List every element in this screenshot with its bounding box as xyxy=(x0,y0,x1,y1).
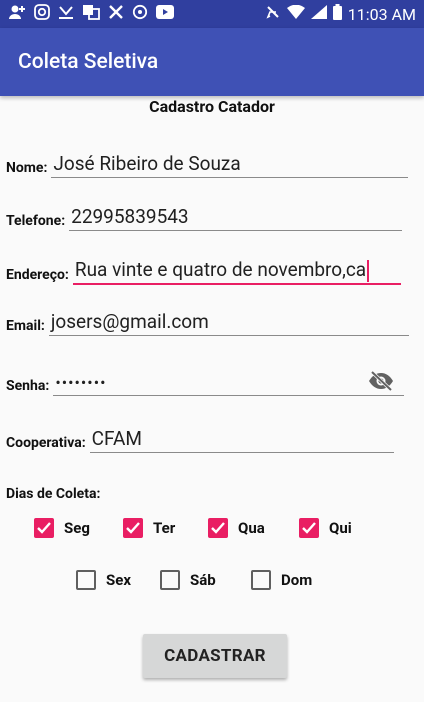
whatsapp-icon xyxy=(132,4,148,25)
email-input[interactable]: josers@gmail.com xyxy=(48,309,409,336)
checkbox-label: Seg xyxy=(64,519,90,537)
nome-input[interactable]: José Ribeiro de Souza xyxy=(51,151,409,178)
nome-label: Nome: xyxy=(6,160,48,176)
checkbox-unchecked-icon[interactable] xyxy=(251,570,271,590)
instagram-icon xyxy=(34,3,50,25)
checkbox-qua[interactable]: Qua xyxy=(208,518,265,538)
telefone-input[interactable]: 22995839543 xyxy=(69,204,403,231)
dias-de-coleta-label: Dias de Coleta: xyxy=(6,486,101,502)
checkbox-label: Qui xyxy=(329,519,352,537)
telefone-row: Telefone: 22995839543 xyxy=(6,204,403,231)
checkbox-label: Sex xyxy=(106,571,131,589)
account-add-icon xyxy=(8,4,26,25)
signal-icon xyxy=(310,5,327,23)
checkbox-checked-icon[interactable] xyxy=(299,518,319,538)
system-icons: 11:03 AM xyxy=(265,4,416,24)
download-icon xyxy=(58,4,74,25)
app-title: Coleta Seletiva xyxy=(18,50,159,74)
clock: 11:03 AM xyxy=(347,4,416,24)
cadastrar-button[interactable]: CADASTRAR xyxy=(143,634,287,678)
battery-icon xyxy=(332,4,342,24)
senha-value: •••••••• xyxy=(55,373,107,392)
text-cursor xyxy=(367,259,370,282)
eye-off-icon[interactable] xyxy=(368,371,394,391)
cooperativa-row: Cooperativa: CFAM xyxy=(6,426,394,453)
cooperativa-value: CFAM xyxy=(91,427,142,450)
telefone-value: 22995839543 xyxy=(71,205,189,228)
endereco-value: Rua vinte e quatro de novembro,ca xyxy=(74,258,367,281)
checkbox-label: Sáb xyxy=(190,571,216,589)
youtube-icon xyxy=(156,4,174,24)
checkbox-qui[interactable]: Qui xyxy=(299,518,352,538)
translate-icon xyxy=(82,4,100,25)
checkbox-label: Qua xyxy=(238,519,265,537)
email-value: josers@gmail.com xyxy=(50,310,209,333)
tools-icon xyxy=(108,4,124,25)
cooperativa-label: Cooperativa: xyxy=(6,435,86,451)
nome-row: Nome: José Ribeiro de Souza xyxy=(6,151,409,178)
checkbox-label: Ter xyxy=(153,519,176,537)
email-row: Email: josers@gmail.com xyxy=(6,309,409,336)
senha-label: Senha: xyxy=(6,378,50,394)
notification-icons xyxy=(8,3,174,25)
wifi-icon xyxy=(286,4,305,23)
email-label: Email: xyxy=(6,318,45,334)
checkbox-seg[interactable]: Seg xyxy=(34,518,90,538)
endereco-row: Endereço: Rua vinte e quatro de novembro… xyxy=(6,257,401,285)
endereco-input[interactable]: Rua vinte e quatro de novembro,ca xyxy=(72,257,401,285)
nome-value: José Ribeiro de Souza xyxy=(53,152,241,175)
checkbox-sex[interactable]: Sex xyxy=(76,570,131,590)
form-title: Cadastro Catador xyxy=(149,97,275,116)
endereco-label: Endereço: xyxy=(6,267,69,283)
checkbox-unchecked-icon[interactable] xyxy=(76,570,96,590)
checkbox-unchecked-icon[interactable] xyxy=(160,570,180,590)
checkbox-sab[interactable]: Sáb xyxy=(160,570,216,590)
checkbox-checked-icon[interactable] xyxy=(123,518,143,538)
telefone-label: Telefone: xyxy=(6,213,66,229)
senha-input[interactable]: •••••••• xyxy=(53,369,405,396)
senha-row: Senha: •••••••• xyxy=(6,369,405,396)
checkbox-ter[interactable]: Ter xyxy=(123,518,175,538)
status-bar: 11:03 AM xyxy=(0,0,424,28)
app-bar: Coleta Seletiva xyxy=(0,28,424,96)
checkbox-checked-icon[interactable] xyxy=(34,518,54,538)
checkbox-checked-icon[interactable] xyxy=(208,518,228,538)
checkbox-label: Dom xyxy=(281,571,313,589)
cooperativa-input[interactable]: CFAM xyxy=(89,426,394,453)
mute-icon xyxy=(265,4,281,24)
checkbox-dom[interactable]: Dom xyxy=(251,570,312,590)
